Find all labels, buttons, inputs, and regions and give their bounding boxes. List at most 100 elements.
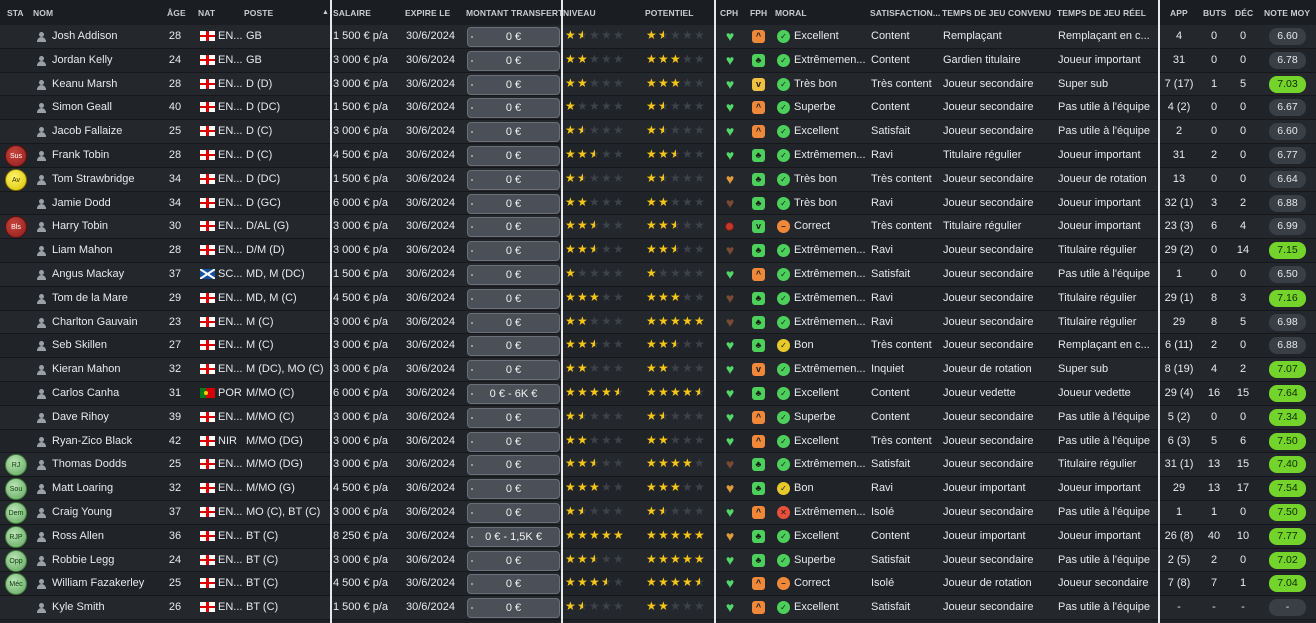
transfer-value-field[interactable]: 0 € [467, 574, 560, 595]
table-row[interactable]: Seb Skillen 27 EN... M (C) 3 000 € p/a 30/6/2… [0, 334, 1316, 359]
table-row[interactable]: Jamie Dodd 34 EN... D (GC) 6 000 € p/a 30/6/2… [0, 191, 1316, 216]
table-row[interactable]: Tom de la Mare 29 EN... MD, M (C) 4 500 € p/… [0, 286, 1316, 311]
star-icon: ★ [658, 527, 669, 542]
header-nom[interactable]: NOM [33, 8, 53, 18]
agreed-playing-time: Joueur secondaire [943, 339, 1034, 352]
header-niveau[interactable]: NIVEAU [563, 8, 596, 18]
average-rating-badge: - [1269, 599, 1306, 617]
player-age: 36 [168, 529, 182, 542]
table-row[interactable]: Kyle Smith 26 EN... BT (C) 1 500 € p/a 30/6/2… [0, 596, 1316, 620]
transfer-value-field[interactable]: 0 € [467, 27, 560, 47]
status-badge[interactable]: Opp [5, 549, 27, 572]
table-row[interactable]: Dem Craig Young 37 EN... MO (C), BT (C) 3 000… [0, 501, 1316, 525]
table-row[interactable]: Dave Rihoy 39 EN... M/MO (C) 3 000 € p/a 30/6… [0, 405, 1316, 430]
header-temps-convenu[interactable]: TEMPS DE JEU CONVENU [942, 8, 1051, 18]
transfer-value-field[interactable]: 0 € - 1,5K € [467, 526, 560, 547]
transfer-value-field[interactable]: 0 € [467, 407, 560, 428]
header-poste[interactable]: POSTE [244, 8, 273, 18]
star-icon: ★ [613, 147, 624, 161]
actual-playing-time: Pas utile à l'équipe [1058, 506, 1150, 518]
player-nationality: NIR [218, 434, 237, 447]
transfer-value-field[interactable]: 0 € [467, 503, 560, 523]
header-salaire[interactable]: SALAIRE [333, 8, 371, 18]
transfer-value-field[interactable]: 0 € [467, 50, 560, 71]
transfer-value-field[interactable]: 0 € [467, 169, 560, 190]
appearances: 8 (19) [1164, 363, 1194, 376]
star-icon: ★ [601, 575, 612, 590]
transfer-value-field[interactable]: 0 € [467, 265, 560, 285]
header-satisfaction[interactable]: SATISFACTION... [870, 8, 940, 18]
table-row[interactable]: Liam Mahon 28 EN... D/M (D) 3 000 € p/a 30/6/… [0, 239, 1316, 263]
table-row[interactable]: Ryan-Zico Black 42 NIR M/MO (DG) 3 000 € p/a… [0, 429, 1316, 454]
header-expire[interactable]: EXPIRE LE [405, 8, 450, 18]
contract-expiry: 30/6/2024 [406, 268, 455, 280]
table-row[interactable]: Jordan Kelly 24 EN... GB 3 000 € p/a 30/6/202… [0, 48, 1316, 73]
status-badge[interactable]: RJ [5, 454, 27, 477]
header-age[interactable]: ÂGE [167, 8, 186, 18]
table-row[interactable]: Av Tom Strawbridge 34 EN... D (DC) 1 500 € p/… [0, 167, 1316, 192]
header-note[interactable]: NOTE MOY [1264, 8, 1310, 18]
status-badge[interactable]: Bls [5, 216, 27, 239]
transfer-value-field[interactable]: 0 € - 6K € [467, 384, 560, 404]
header-potentiel[interactable]: POTENTIEL [645, 8, 694, 18]
transfer-value-field[interactable]: 0 € [467, 146, 560, 166]
header-sta[interactable]: STA [7, 8, 24, 18]
table-row[interactable]: RJ Thomas Dodds 25 EN... M/MO (DG) 3 000 € p/… [0, 453, 1316, 478]
status-badge[interactable]: Av [5, 168, 27, 191]
status-badge[interactable]: Méc [5, 573, 27, 596]
table-row[interactable]: Jacob Fallaize 25 EN... D (C) 3 000 € p/a 30/… [0, 120, 1316, 144]
header-dec[interactable]: DÉC [1235, 8, 1253, 18]
transfer-value-field[interactable]: 0 € [467, 98, 560, 119]
table-row[interactable]: Bls Harry Tobin 30 EN... D/AL (G) 3 000 € p/a… [0, 215, 1316, 240]
header-moral[interactable]: MORAL [775, 8, 807, 18]
transfer-value-field[interactable]: 0 € [467, 598, 560, 619]
table-row[interactable]: RJP Ross Allen 36 EN... BT (C) 8 250 € p/a 30/… [0, 524, 1316, 549]
header-nat[interactable]: NAT [198, 8, 215, 18]
table-row[interactable]: Sou Matt Loaring 32 EN... M/MO (G) 4 500 € p/… [0, 477, 1316, 501]
table-row[interactable]: Sus Frank Tobin 28 EN... D (C) 4 500 € p/a 30/… [0, 144, 1316, 168]
transfer-value-field[interactable]: 0 € [467, 217, 560, 238]
player-salary: 4 500 € p/a [333, 149, 389, 161]
condition-heart-icon: ♥ [725, 51, 735, 68]
transfer-value-field[interactable]: 0 € [467, 455, 560, 476]
table-row[interactable]: Opp Robbie Legg 24 EN... BT (C) 3 000 € p/a 30… [0, 548, 1316, 573]
status-badge[interactable]: Dem [5, 502, 27, 524]
condition-heart-icon: ♥ [725, 170, 735, 187]
person-icon [37, 484, 46, 495]
header-cph[interactable]: CPH [720, 8, 738, 18]
transfer-value-field[interactable]: 0 € [467, 241, 560, 262]
header-fph[interactable]: FPH [750, 8, 767, 18]
average-rating-badge: 7.16 [1269, 289, 1306, 307]
transfer-value-field[interactable]: 0 € [467, 193, 560, 214]
transfer-value-field[interactable]: 0 € [467, 360, 560, 381]
transfer-value-field[interactable]: 0 € [467, 550, 560, 571]
table-row[interactable]: Angus Mackay 37 SC... MD, M (DC) 1 500 € p/a… [0, 263, 1316, 287]
goals: 1 [1210, 77, 1218, 90]
status-badge[interactable]: RJP [5, 525, 27, 548]
transfer-value-field[interactable]: 0 € [467, 479, 560, 500]
transfer-value-field[interactable]: 0 € [467, 336, 560, 357]
header-buts[interactable]: BUTS [1203, 8, 1227, 18]
table-row[interactable]: Méc William Fazakerley 25 EN... BT (C) 4 500 … [0, 572, 1316, 597]
status-badge[interactable]: Sus [5, 145, 27, 167]
assists: 17 [1236, 482, 1250, 495]
header-app[interactable]: APP [1170, 8, 1188, 18]
transfer-value-field[interactable]: 0 € [467, 312, 560, 333]
transfer-value-field[interactable]: 0 € [467, 431, 560, 452]
table-row[interactable]: Charlton Gauvain 23 EN... M (C) 3 000 € p/a 3… [0, 310, 1316, 335]
status-badge[interactable]: Sou [5, 478, 27, 501]
table-row[interactable]: Josh Addison 28 EN... GB 1 500 € p/a 30/6/202… [0, 25, 1316, 49]
table-row[interactable]: Kieran Mahon 32 EN... M (DC), MO (C) 3 000 €… [0, 358, 1316, 382]
player-nationality: POR [218, 387, 242, 399]
header-temps-reel[interactable]: TEMPS DE JEU RÉEL [1057, 8, 1146, 18]
star-icon: ★ [694, 575, 705, 590]
table-row[interactable]: Keanu Marsh 28 EN... D (D) 3 000 € p/a 30/6/2… [0, 72, 1316, 97]
table-row[interactable]: Simon Geall 40 EN... D (DC) 1 500 € p/a 30/6/… [0, 96, 1316, 121]
transfer-value-field[interactable]: 0 € [467, 74, 560, 95]
table-row[interactable]: Carlos Canha 31 POR M/MO (C) 6 000 € p/a 30/6… [0, 382, 1316, 406]
header-montant[interactable]: MONTANT TRANSFERT [466, 8, 563, 18]
sort-ascending-icon[interactable]: ▲ [322, 9, 329, 16]
transfer-value-field[interactable]: 0 € [467, 122, 560, 143]
fitness-icon: v [752, 220, 765, 234]
transfer-value-field[interactable]: 0 € [467, 288, 560, 309]
